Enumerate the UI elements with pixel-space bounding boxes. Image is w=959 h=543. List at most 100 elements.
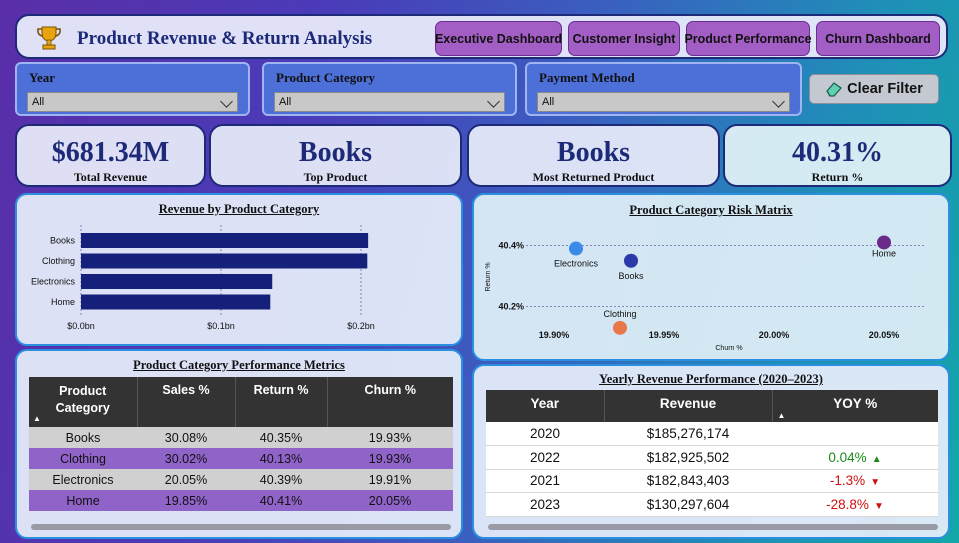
chevron-down-icon [772, 95, 785, 108]
perf-table-scrollbar[interactable] [31, 524, 451, 530]
x-tick-label: 19.90% [539, 330, 570, 340]
x-tick-label: $0.1bn [207, 321, 235, 331]
risk-matrix-chart: 40.2% 40.4% 19.90% 19.95% 20.00% 20.05% Churn … [485, 235, 924, 352]
table-cell: Clothing [60, 451, 106, 466]
y-tick-label: 40.4% [498, 241, 524, 251]
perf-table-title: Product Category Performance Metrics [133, 358, 345, 372]
table-cell: 20.05% [368, 493, 412, 508]
scatter-point[interactable] [877, 235, 891, 250]
table-cell: $182,925,502 [646, 449, 730, 465]
category-label: Books [50, 236, 76, 246]
table-cell: $182,843,403 [646, 473, 730, 489]
table-cell: 30.08% [164, 430, 208, 445]
table-row[interactable]: Home 19.85% 40.41% 20.05% [29, 490, 453, 511]
table-cell: 2020 [529, 426, 561, 441]
filter-product-category: Product Category All [262, 62, 517, 116]
chevron-down-icon [220, 95, 233, 108]
col-yoy-label: YOY % [833, 396, 878, 411]
table-cell: 19.85% [164, 493, 208, 508]
kpi-most-returned-label: Most Returned Product [532, 170, 655, 184]
table-cell: 30.02% [164, 451, 208, 466]
table-cell: Books [65, 430, 101, 445]
yoy-cell: 0.04% ▲ [772, 446, 938, 470]
table-row[interactable]: Books 30.08% 40.35% 19.93% [29, 427, 453, 448]
col-return-pct[interactable]: Return % [234, 377, 327, 427]
col-product-category[interactable]: Product Category ▲ [29, 377, 137, 427]
category-select-value: All [279, 96, 292, 108]
x-tick-label: 19.95% [649, 330, 680, 340]
category-label: Clothing [42, 256, 75, 266]
table-cell: 40.35% [259, 430, 303, 445]
col-year[interactable]: Year [486, 390, 604, 422]
table-cell: 19.93% [368, 430, 412, 445]
filter-payment-label: Payment Method [539, 70, 635, 85]
table-row[interactable]: Clothing 30.02% 40.13% 19.93% [29, 448, 453, 469]
category-select[interactable]: All [274, 92, 505, 112]
nav-churn-dashboard[interactable]: Churn Dashboard [816, 21, 940, 56]
nav-customer-insight[interactable]: Customer Insight [568, 21, 680, 56]
revenue-bar-chart: $0.0bn $0.1bn $0.2bn Books Clothing Electroni… [31, 225, 375, 331]
scatter-point[interactable] [624, 253, 638, 268]
performance-metrics-table: Product Category ▲ Sales % Return % Chur… [29, 377, 453, 511]
col-revenue[interactable]: Revenue [603, 390, 772, 422]
kpi-most-returned: Books Most Returned Product [467, 124, 720, 187]
payment-select[interactable]: All [537, 92, 790, 112]
table-row[interactable]: 2023 $130,297,604 -28.8% ▼ [486, 492, 938, 517]
table-cell: $185,276,174 [646, 426, 730, 441]
bar[interactable] [81, 233, 369, 248]
yoy-cell [772, 422, 938, 446]
header-bar: Product Revenue & Return Analysis Execut… [15, 14, 948, 59]
payment-select-value: All [542, 96, 555, 108]
y-tick-label: 40.2% [498, 302, 524, 312]
kpi-return-pct: 40.31% Return % [723, 124, 952, 187]
kpi-total-revenue: $681.34M Total Revenue [15, 124, 206, 187]
clear-filter-button[interactable]: Clear Filter [809, 74, 939, 104]
col-churn-pct[interactable]: Churn % [326, 377, 453, 427]
arrow-down-icon: ▼ [870, 477, 881, 489]
yoy-value: 0.04% [828, 449, 867, 465]
table-row[interactable]: 2021 $182,843,403 -1.3% ▼ [486, 469, 938, 493]
arrow-up-icon: ▲ [871, 453, 882, 465]
risk-matrix-panel: Product Category Risk Matrix 40.2% 40.4% 1… [472, 193, 950, 361]
table-row[interactable]: Electronics 20.05% 40.39% 19.91% [29, 469, 453, 490]
x-axis-label: Churn % [715, 345, 742, 352]
category-label: Home [51, 297, 75, 307]
point-label: Home [872, 248, 896, 258]
nav-product-performance[interactable]: Product Performance [684, 21, 812, 56]
nav-executive-dashboard[interactable]: Executive Dashboard [435, 21, 562, 56]
point-label: Books [618, 271, 644, 281]
y-axis-label: Return % [485, 262, 492, 291]
performance-metrics-panel: Product Category Performance Metrics Pro… [15, 349, 463, 539]
table-cell: 2022 [529, 449, 561, 465]
yoy-value: -1.3% [829, 473, 866, 489]
filter-payment-method: Payment Method All [525, 62, 802, 116]
yearly-table-scrollbar[interactable] [488, 524, 938, 530]
yearly-revenue-panel: Yearly Revenue Performance (2020–2023) Y… [472, 364, 950, 539]
bar[interactable] [81, 294, 271, 310]
filter-year-label: Year [29, 70, 55, 85]
bar[interactable] [81, 274, 273, 289]
table-cell: 19.93% [368, 451, 412, 466]
table-cell: 40.41% [259, 493, 303, 508]
scatter-point[interactable] [613, 320, 627, 335]
kpi-most-returned-value: Books [556, 137, 631, 168]
x-tick-label: 20.00% [759, 330, 790, 340]
kpi-total-revenue-value: $681.34M [51, 137, 170, 168]
table-row[interactable]: 2020 $185,276,174 [486, 422, 938, 446]
col-sales-pct[interactable]: Sales % [136, 377, 235, 427]
kpi-return-pct-value: 40.31% [792, 137, 883, 168]
filter-category-label: Product Category [276, 70, 376, 85]
scatter-point[interactable] [569, 241, 583, 256]
table-cell: 19.91% [368, 472, 412, 487]
year-select[interactable]: All [27, 92, 238, 112]
yoy-cell: -28.8% ▼ [772, 493, 938, 517]
bar[interactable] [81, 253, 368, 269]
chevron-down-icon [487, 95, 500, 108]
table-row[interactable]: 2022 $182,925,502 0.04% ▲ [486, 445, 938, 470]
col-yoy[interactable]: YOY % ▲ [771, 390, 938, 422]
table-cell: $130,297,604 [646, 496, 730, 512]
revenue-by-category-panel: Revenue by Product Category $0.0bn $0.1bn… [15, 193, 463, 346]
sort-asc-icon: ▲ [777, 411, 786, 420]
table-cell: Home [66, 493, 100, 508]
yoy-value: -28.8% [826, 496, 869, 512]
